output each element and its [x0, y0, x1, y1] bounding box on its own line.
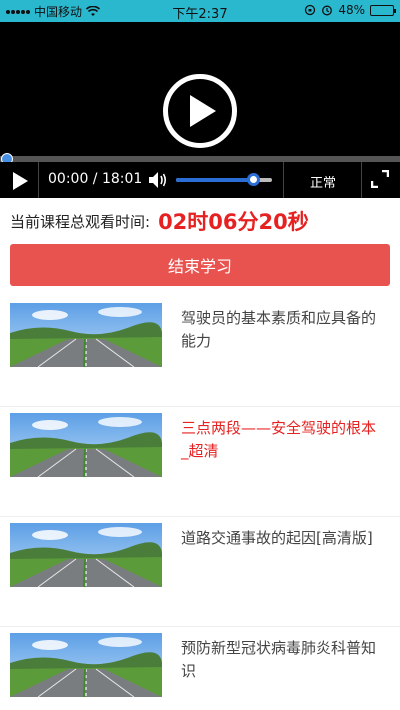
video-player[interactable]	[0, 22, 400, 156]
volume-level	[176, 178, 253, 182]
course-list: 驾驶员的基本素质和应具备的能力 三点两段——安全驾驶的根本_超清 道路交通事故的…	[0, 297, 400, 710]
divider	[361, 162, 362, 198]
course-item[interactable]: 预防新型冠状病毒肺炎科普知识	[0, 627, 400, 710]
watch-time-value: 02时06分20秒	[158, 210, 309, 234]
course-thumbnail[interactable]	[10, 523, 162, 587]
battery-icon	[370, 4, 396, 16]
rotation-lock-icon	[305, 4, 316, 16]
watch-time-row: 当前课程总观看时间: 02时06分20秒	[10, 206, 309, 236]
course-thumbnail[interactable]	[10, 413, 162, 477]
play-button-large[interactable]	[163, 74, 237, 148]
status-right: 48%	[304, 3, 396, 17]
player-controls: 00:00 / 18:01 正常	[0, 162, 400, 198]
divider	[283, 162, 284, 198]
volume-icon[interactable]	[148, 171, 168, 189]
divider	[38, 162, 39, 198]
current-time: 00:00	[48, 171, 89, 187]
play-icon	[190, 95, 216, 127]
course-item[interactable]: 三点两段——安全驾驶的根本_超清	[0, 407, 400, 517]
course-title[interactable]: 道路交通事故的起因[高清版]	[181, 527, 381, 550]
course-title[interactable]: 预防新型冠状病毒肺炎科普知识	[181, 637, 381, 683]
course-thumbnail[interactable]	[10, 303, 162, 367]
end-study-button[interactable]: 结束学习	[10, 244, 390, 286]
play-icon[interactable]	[10, 171, 30, 191]
course-item[interactable]: 道路交通事故的起因[高清版]	[0, 517, 400, 627]
watch-time-label: 当前课程总观看时间:	[10, 212, 151, 231]
status-bar: 中国移动 下午2:37 48%	[0, 0, 400, 22]
time-separator: /	[88, 171, 102, 187]
duration: 18:01	[101, 171, 143, 187]
volume-handle[interactable]	[246, 173, 260, 186]
fullscreen-icon[interactable]	[371, 170, 389, 188]
time-readout: 00:00 / 18:01	[48, 171, 142, 187]
course-item[interactable]: 驾驶员的基本素质和应具备的能力	[0, 297, 400, 407]
volume-slider[interactable]	[176, 173, 272, 186]
course-title[interactable]: 驾驶员的基本素质和应具备的能力	[181, 307, 381, 353]
course-thumbnail[interactable]	[10, 633, 162, 697]
course-title[interactable]: 三点两段——安全驾驶的根本_超清	[181, 417, 381, 463]
battery-percent: 48%	[338, 3, 365, 17]
alarm-icon	[322, 5, 333, 16]
playback-rate-button[interactable]: 正常	[310, 172, 336, 191]
